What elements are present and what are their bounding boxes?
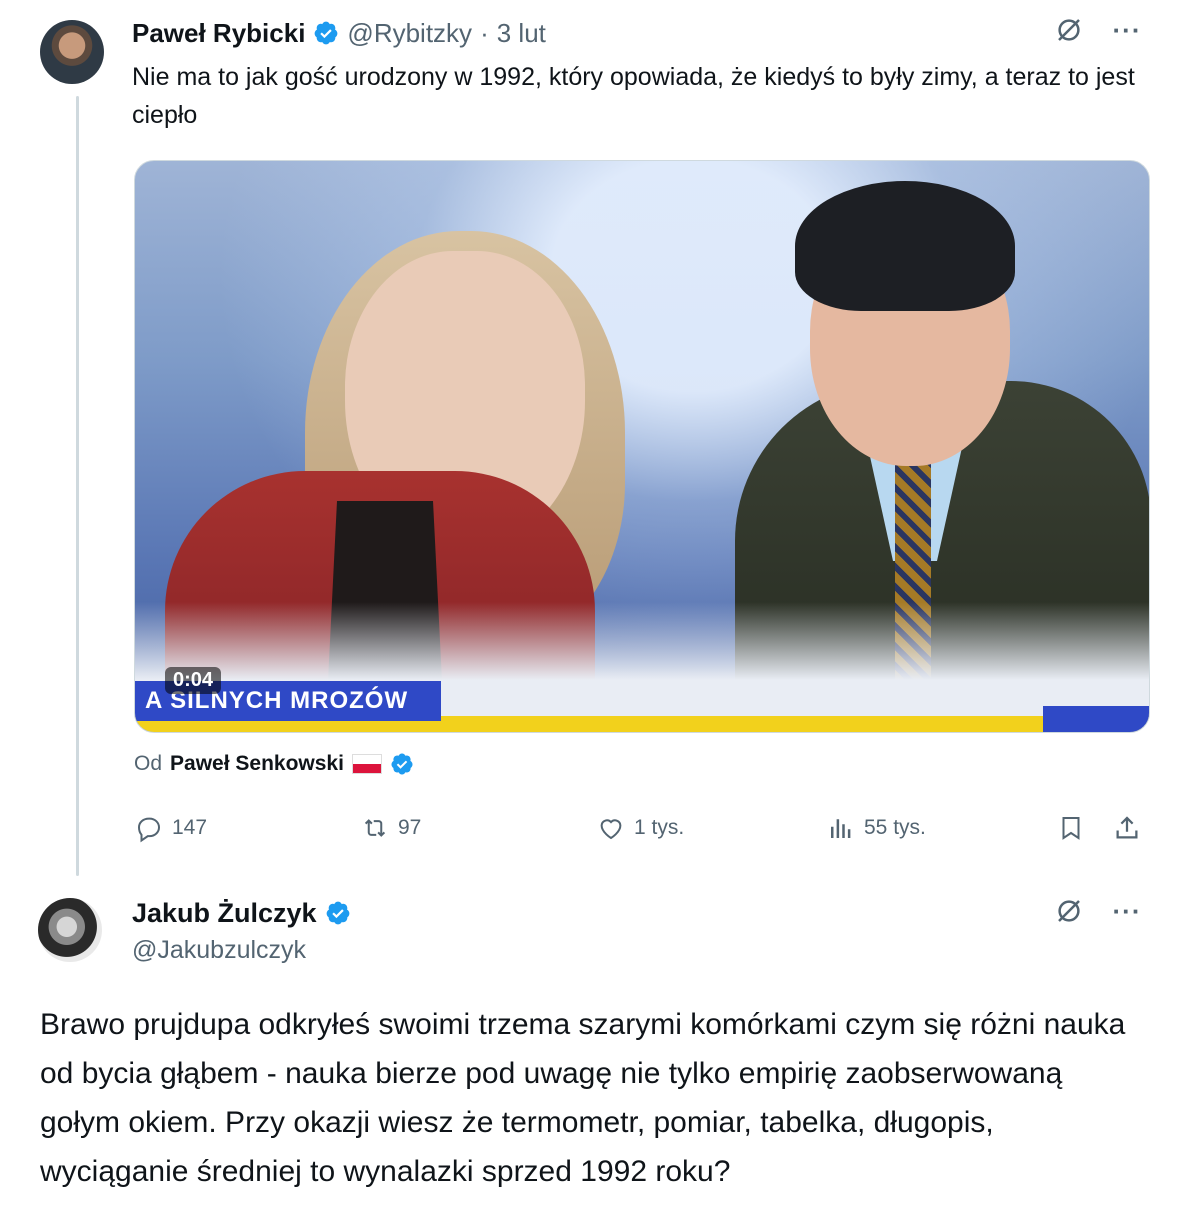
reply-count: 147 bbox=[172, 816, 208, 839]
video-timestamp: 0:04 bbox=[165, 667, 222, 694]
share-button[interactable] bbox=[1112, 808, 1142, 848]
separator: · bbox=[480, 17, 489, 48]
repost-count: 97 bbox=[398, 816, 422, 839]
attribution-label: Od bbox=[134, 752, 163, 775]
heart-icon bbox=[600, 819, 622, 840]
video-player[interactable]: A SILNYCH MROZÓW 0:04 bbox=[134, 160, 1150, 733]
thread-view: Paweł Rybicki @Rybitzky · 3 lut ··· Nie … bbox=[0, 0, 1179, 1215]
channel-logo bbox=[1043, 706, 1149, 732]
author-handle[interactable]: @Rybitzky bbox=[347, 18, 472, 49]
avatar[interactable] bbox=[40, 20, 104, 84]
reply-icon bbox=[137, 817, 161, 843]
author-name[interactable]: Jakub Żulczyk bbox=[132, 898, 317, 929]
tweet-header: Paweł Rybicki @Rybitzky · 3 lut bbox=[132, 16, 546, 50]
grok-icon[interactable] bbox=[1053, 895, 1085, 927]
tweet-action-bar: 147 97 1 tys. 55 tys. bbox=[134, 808, 1150, 848]
media-attribution: Od Paweł Senkowski bbox=[134, 752, 414, 776]
views-count: 55 tys. bbox=[864, 816, 926, 839]
views-chart-icon bbox=[831, 819, 851, 838]
grok-icon[interactable] bbox=[1053, 14, 1085, 46]
more-options-icon[interactable]: ··· bbox=[1111, 895, 1143, 927]
bookmark-icon bbox=[1062, 817, 1080, 840]
views-button[interactable]: 55 tys. bbox=[826, 808, 926, 848]
tweet-top-actions: ··· bbox=[1053, 895, 1143, 927]
like-count: 1 tys. bbox=[634, 816, 685, 839]
verified-badge-icon bbox=[391, 753, 413, 775]
tweet-header: Jakub Żulczyk bbox=[132, 894, 351, 932]
video-frame-person-right bbox=[795, 181, 1015, 311]
reply-button[interactable]: 147 bbox=[134, 808, 207, 848]
author-handle[interactable]: @Jakubzulczyk bbox=[132, 936, 306, 965]
more-options-icon[interactable]: ··· bbox=[1111, 14, 1143, 46]
thread-connector-line bbox=[76, 96, 79, 876]
tweet-text: Brawo prujdupa odkryłeś swoimi trzema sz… bbox=[40, 1008, 1126, 1188]
author-name[interactable]: Paweł Rybicki bbox=[132, 18, 305, 49]
share-icon bbox=[1116, 816, 1138, 839]
attribution-name[interactable]: Paweł Senkowski bbox=[170, 752, 344, 776]
post-date[interactable]: 3 lut bbox=[497, 18, 546, 49]
repost-icon bbox=[364, 819, 386, 837]
verified-badge-icon bbox=[326, 901, 349, 925]
poland-flag-icon bbox=[351, 754, 382, 774]
avatar[interactable] bbox=[38, 898, 102, 962]
tweet-top-actions: ··· bbox=[1053, 14, 1143, 46]
bookmark-button[interactable] bbox=[1056, 808, 1086, 848]
verified-badge-icon bbox=[315, 21, 338, 45]
like-button[interactable]: 1 tys. bbox=[596, 808, 684, 848]
repost-button[interactable]: 97 bbox=[360, 808, 421, 848]
tweet-text: Nie ma to jak gość urodzony w 1992, któr… bbox=[132, 63, 1135, 129]
